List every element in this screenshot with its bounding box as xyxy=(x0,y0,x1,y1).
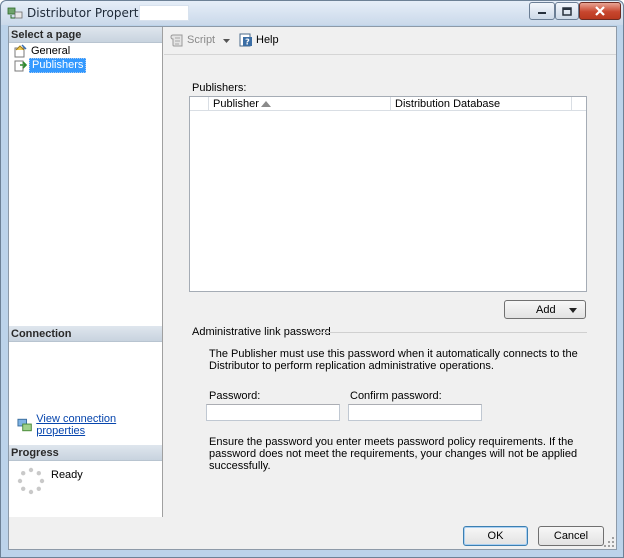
title-bar[interactable]: Distributor Properties - xyxy=(1,1,623,25)
confirm-password-label: Confirm password: xyxy=(350,390,442,402)
admin-password-description: The Publisher must use this password whe… xyxy=(209,348,578,372)
view-connection-properties-link[interactable]: View connection properties xyxy=(17,413,162,437)
publishers-grid[interactable]: Publisher Distribution Database xyxy=(189,96,587,292)
server-name-field xyxy=(139,5,189,21)
view-connection-properties-label: View connection properties xyxy=(36,413,117,437)
maximize-button[interactable] xyxy=(555,2,579,20)
script-icon xyxy=(170,34,183,47)
progress-header: Progress xyxy=(9,445,162,461)
help-button[interactable]: ? Help xyxy=(239,33,279,47)
general-page-icon xyxy=(14,44,27,58)
connection-header: Connection xyxy=(9,326,162,342)
column-header-publisher[interactable]: Publisher xyxy=(209,97,391,111)
distributor-properties-window: Distributor Properties - Select a page G… xyxy=(0,0,624,558)
svg-text:?: ? xyxy=(245,38,250,47)
script-dropdown-chevron-down-icon[interactable] xyxy=(223,39,230,43)
help-icon: ? xyxy=(239,33,252,47)
dialog-body: Select a page General Publishers Connect… xyxy=(8,26,617,550)
script-button[interactable]: Script xyxy=(170,33,215,47)
distributor-properties-icon xyxy=(7,7,23,19)
progress-spinner-icon xyxy=(17,467,45,495)
column-header-label: Publisher xyxy=(213,98,259,110)
group-divider xyxy=(313,332,587,333)
sort-ascending-icon xyxy=(261,101,271,107)
select-page-header: Select a page xyxy=(9,27,162,43)
page-item-label: General xyxy=(31,44,71,57)
cancel-button-label: Cancel xyxy=(553,530,589,542)
admin-link-password-group-label: Administrative link password xyxy=(192,326,331,338)
left-pane: Select a page General Publishers Connect… xyxy=(9,27,163,517)
ok-button[interactable]: OK xyxy=(463,526,528,546)
page-item-general[interactable]: General xyxy=(13,44,72,58)
progress-status: Ready xyxy=(51,469,83,481)
minimize-button[interactable] xyxy=(529,2,555,20)
ok-button-label: OK xyxy=(487,530,504,542)
minimize-icon xyxy=(538,12,546,14)
page-item-label: Publishers xyxy=(29,57,87,73)
help-label: Help xyxy=(256,34,279,46)
close-icon xyxy=(595,6,605,16)
add-button-label: Add xyxy=(536,304,556,316)
column-header-distribution-database[interactable]: Distribution Database xyxy=(391,97,572,111)
resize-grip-icon[interactable] xyxy=(604,537,614,547)
toolbar: Script ? Help xyxy=(164,27,616,55)
column-header-label: Distribution Database xyxy=(395,98,501,110)
page-item-publishers[interactable]: Publishers xyxy=(13,57,87,73)
publishers-grid-header: Publisher Distribution Database xyxy=(190,97,586,111)
close-window-button[interactable] xyxy=(579,2,621,20)
publishers-label: Publishers: xyxy=(192,82,247,94)
row-selector-column xyxy=(190,97,209,111)
password-field[interactable] xyxy=(206,404,340,421)
confirm-password-field[interactable] xyxy=(348,404,482,421)
password-policy-note: Ensure the password you enter meets pass… xyxy=(209,436,578,472)
cancel-button[interactable]: Cancel xyxy=(538,526,604,546)
script-label: Script xyxy=(187,34,216,46)
connection-properties-icon xyxy=(17,418,32,432)
publishers-page-icon xyxy=(14,60,27,72)
chevron-down-icon xyxy=(569,308,577,313)
add-publisher-button[interactable]: Add xyxy=(504,300,586,319)
password-label: Password: xyxy=(209,390,261,402)
maximize-icon xyxy=(562,6,572,16)
